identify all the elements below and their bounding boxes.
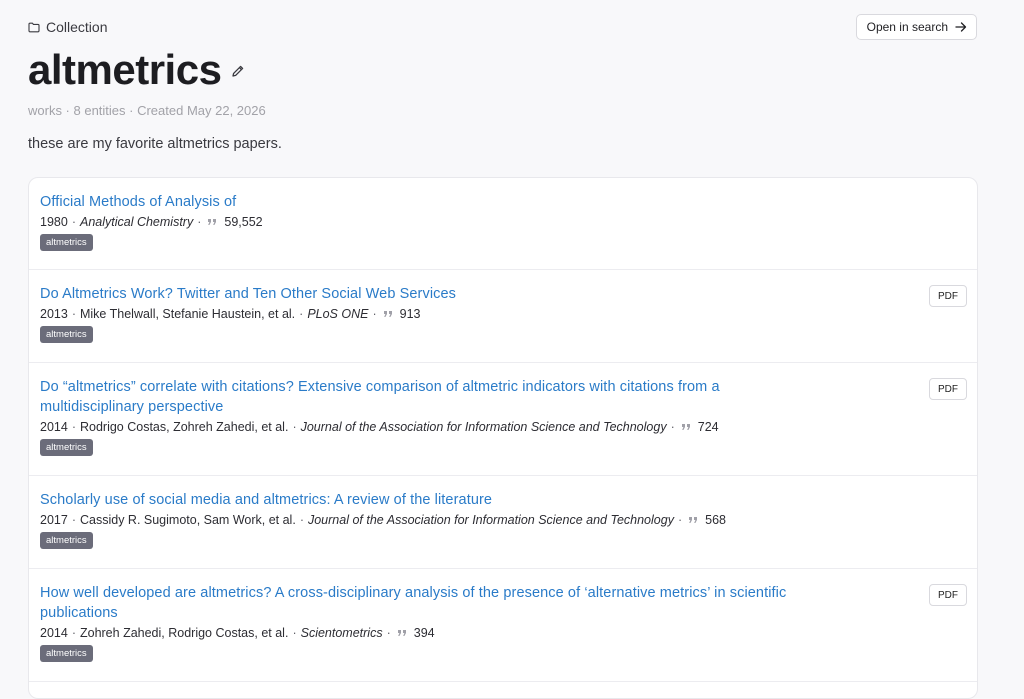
separator: ·	[292, 420, 297, 434]
breadcrumb[interactable]: Collection	[28, 19, 107, 35]
work-year: 2014	[40, 420, 68, 434]
list-item: Official Methods of Analysis of 1980 · A…	[29, 178, 977, 270]
pdf-button[interactable]: PDF	[929, 378, 967, 400]
separator: ·	[292, 626, 297, 640]
work-title-link[interactable]: Do “altmetrics” correlate with citations…	[40, 377, 820, 417]
list-item: Do Altmetrics Work? Twitter and Ten Othe…	[29, 270, 977, 363]
work-venue: Analytical Chemistry	[79, 215, 194, 229]
work-citations: 59,552	[224, 215, 263, 229]
arrow-right-icon	[955, 22, 967, 32]
tag-badge[interactable]: altmetrics	[40, 532, 93, 549]
edit-title-button[interactable]	[231, 64, 245, 83]
work-meta: 2014 · Zohreh Zahedi, Rodrigo Costas, et…	[40, 626, 966, 640]
work-authors: Rodrigo Costas, Zohreh Zahedi, et al.	[79, 420, 289, 434]
work-citations: 568	[705, 513, 726, 527]
work-year: 2014	[40, 626, 68, 640]
work-meta: 1980 · Analytical Chemistry · 59,552	[40, 215, 966, 229]
separator: ·	[71, 307, 76, 321]
list-item: How well developed are altmetrics? A cro…	[29, 569, 977, 682]
separator: ·	[677, 513, 683, 527]
open-in-search-label: Open in search	[866, 20, 948, 34]
work-authors: Zohreh Zahedi, Rodrigo Costas, et al.	[79, 626, 289, 640]
tag-badge[interactable]: altmetrics	[40, 234, 93, 251]
work-venue: Journal of the Association for Informati…	[307, 513, 674, 527]
tag-badge[interactable]: altmetrics	[40, 439, 93, 456]
pencil-icon	[232, 65, 244, 77]
work-meta: 2014 · Rodrigo Costas, Zohreh Zahedi, et…	[40, 420, 966, 434]
separator: ·	[386, 626, 391, 640]
folder-icon	[28, 22, 40, 32]
title-row: altmetrics	[28, 46, 245, 94]
top-bar: Collection Open in search	[28, 14, 977, 42]
work-venue: PLoS ONE	[307, 307, 369, 321]
work-title-link[interactable]: Scholarly use of social media and altmet…	[40, 490, 820, 510]
separator: ·	[71, 626, 76, 640]
separator: ·	[372, 307, 377, 321]
work-authors: Cassidy R. Sugimoto, Sam Work, et al.	[79, 513, 296, 527]
work-citations: 394	[413, 626, 435, 640]
list-item: Scholarly use of social media and altmet…	[29, 476, 977, 569]
collection-meta: works · 8 entities · Created May 22, 202…	[28, 103, 266, 118]
separator: ·	[299, 307, 304, 321]
work-title-link[interactable]: Do Altmetrics Work? Twitter and Ten Othe…	[40, 284, 820, 304]
work-meta: 2017 · Cassidy R. Sugimoto, Sam Work, et…	[40, 513, 966, 527]
page-title: altmetrics	[28, 46, 222, 93]
separator: ·	[299, 513, 304, 527]
separator: ·	[71, 420, 76, 434]
quote-icon	[208, 219, 217, 225]
work-title-link[interactable]: Official Methods of Analysis of	[40, 192, 820, 212]
works-list: Official Methods of Analysis of 1980 · A…	[28, 177, 978, 699]
quote-icon	[681, 424, 690, 430]
list-item: Do “altmetrics” correlate with citations…	[29, 363, 977, 476]
work-venue: Scientometrics	[300, 626, 383, 640]
work-year: 1980	[40, 215, 68, 229]
pdf-button[interactable]: PDF	[929, 584, 967, 606]
work-title-link[interactable]: How well developed are altmetrics? A cro…	[40, 583, 820, 623]
work-authors: Mike Thelwall, Stefanie Haustein, et al.	[79, 307, 296, 321]
collection-description: these are my favorite altmetrics papers.	[28, 136, 282, 152]
work-meta: 2013 · Mike Thelwall, Stefanie Haustein,…	[40, 307, 966, 321]
open-in-search-button[interactable]: Open in search	[855, 14, 977, 40]
work-citations: 724	[697, 420, 719, 434]
work-year: 2017	[40, 513, 68, 527]
pdf-button[interactable]: PDF	[929, 285, 967, 307]
separator: ·	[670, 420, 675, 434]
quote-icon	[689, 517, 698, 523]
breadcrumb-label: Collection	[46, 19, 108, 35]
separator: ·	[71, 513, 76, 527]
work-venue: Journal of the Association for Informati…	[300, 420, 667, 434]
work-year: 2013	[40, 307, 68, 321]
separator: ·	[197, 215, 202, 229]
work-citations: 913	[399, 307, 421, 321]
tag-badge[interactable]: altmetrics	[40, 645, 93, 662]
quote-icon	[383, 311, 392, 317]
separator: ·	[71, 215, 76, 229]
quote-icon	[397, 630, 406, 636]
tag-badge[interactable]: altmetrics	[40, 326, 93, 343]
